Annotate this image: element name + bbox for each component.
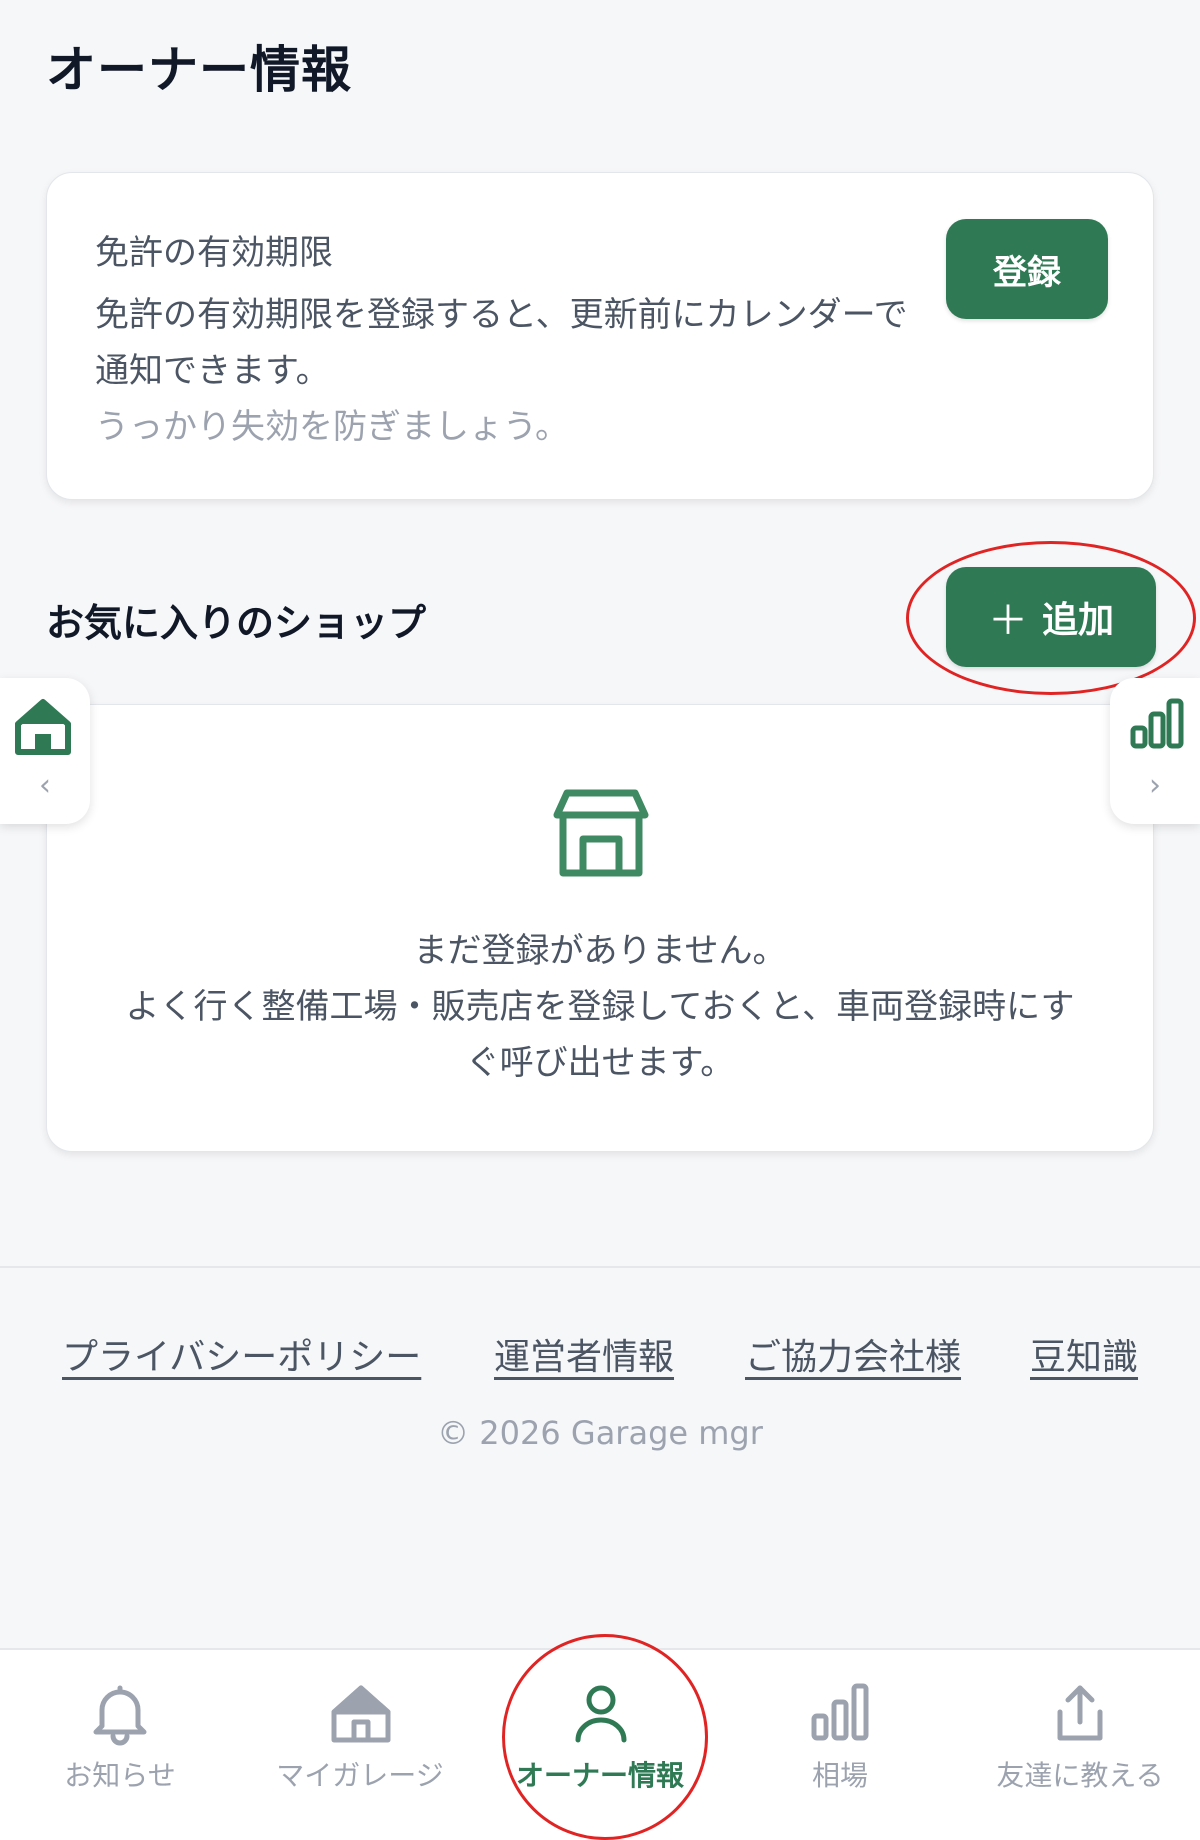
footer-link-privacy-policy[interactable]: プライバシーポリシー (62, 1328, 421, 1380)
side-tab-previous[interactable]: ‹ (0, 678, 90, 824)
footer-link-tips[interactable]: 豆知識 (1030, 1328, 1138, 1380)
bell-icon (93, 1685, 147, 1746)
license-title: 免許の有効期限 (95, 233, 333, 273)
add-shop-button-label: 追加 (1041, 600, 1114, 641)
register-button-label: 登録 (993, 252, 1061, 293)
footer-link-partners[interactable]: ご協力会社様 (745, 1328, 961, 1380)
nav-item-my-garage[interactable]: マイガレージ (240, 1650, 480, 1840)
footer-divider (0, 1266, 1200, 1268)
plus-icon: ＋ (987, 598, 1028, 644)
copyright: © 2026 Garage mgr (437, 1414, 763, 1452)
license-description: 免許の有効期限を登録すると、更新前にカレンダーで通知できます。 (95, 295, 908, 391)
house-icon (331, 1685, 391, 1743)
chevron-right-icon: › (1149, 768, 1161, 803)
nav-label: お知らせ (64, 1759, 176, 1792)
bar-chart-icon (811, 1683, 869, 1741)
register-button[interactable]: 登録 (946, 219, 1108, 319)
chevron-left-icon: ‹ (39, 768, 51, 803)
house-icon (15, 699, 71, 755)
nav-label: オーナー情報 (515, 1759, 684, 1792)
license-hint: うっかり失効を防ぎましょう。 (95, 407, 569, 447)
nav-label: 友達に教える (996, 1759, 1164, 1792)
favorites-section-title: お気に入りのショップ (46, 601, 427, 645)
empty-state-title: まだ登録がありません。 (413, 931, 787, 971)
empty-state-description: よく行く整備工場・販売店を登録しておくと、車両登録時にすぐ呼び出せます。 (125, 987, 1075, 1083)
person-icon (575, 1685, 627, 1743)
nav-label: マイガレージ (276, 1759, 444, 1792)
nav-item-notifications[interactable]: お知らせ (0, 1650, 240, 1840)
bar-chart-icon (1130, 698, 1184, 749)
side-tab-next[interactable]: › (1110, 678, 1200, 824)
nav-item-share[interactable]: 友達に教える (960, 1650, 1200, 1840)
storefront-icon (553, 789, 649, 877)
share-icon (1057, 1685, 1103, 1741)
bottom-nav: お知らせ マイガレージ オーナー情報 相場 友達に教える (0, 1648, 1200, 1840)
nav-item-owner-info[interactable]: オーナー情報 (480, 1650, 720, 1840)
page-title: オーナー情報 (46, 41, 352, 99)
nav-label: 相場 (811, 1759, 868, 1792)
favorite-shops-card: まだ登録がありません。 よく行く整備工場・販売店を登録しておくと、車両登録時にす… (46, 704, 1154, 1152)
nav-item-market-price[interactable]: 相場 (720, 1650, 960, 1840)
footer-link-operator-info[interactable]: 運営者情報 (494, 1328, 674, 1380)
empty-state-text: まだ登録がありません。 よく行く整備工場・販売店を登録しておくと、車両登録時にす… (47, 923, 1153, 1091)
add-shop-button[interactable]: ＋ 追加 (946, 567, 1156, 667)
